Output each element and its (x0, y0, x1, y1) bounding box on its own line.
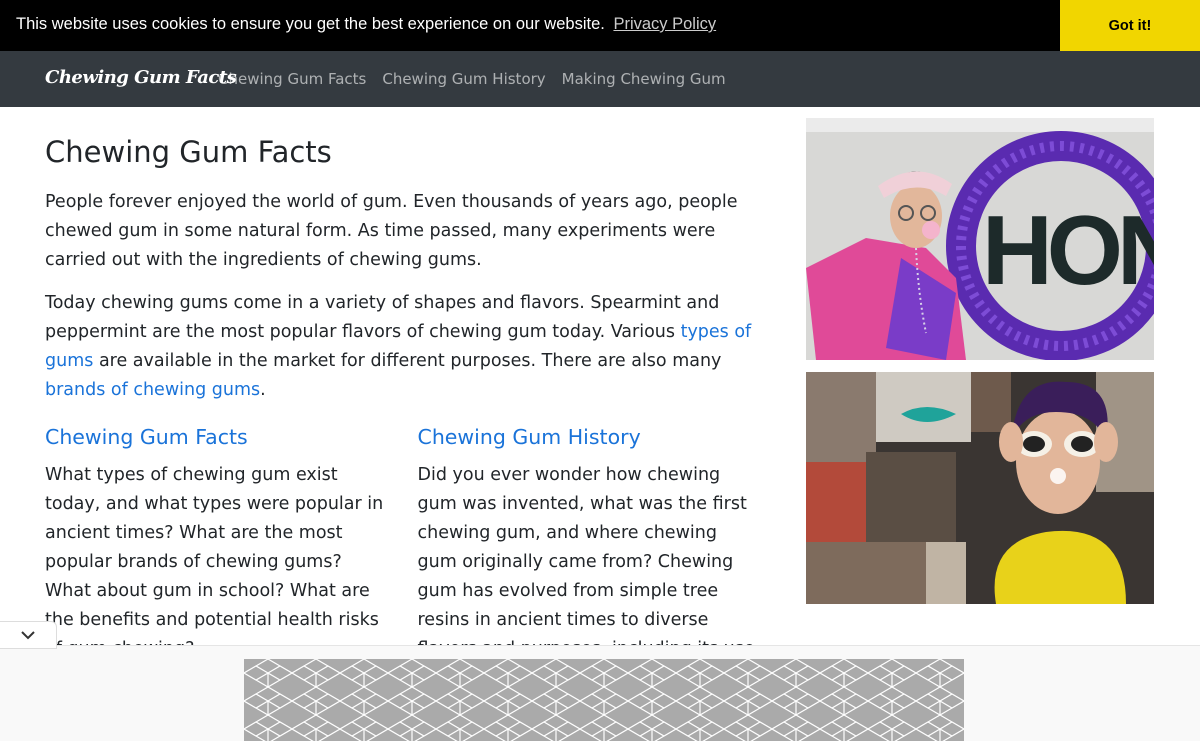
sunglasses-gum-illustration (806, 372, 1154, 604)
cookie-message: This website uses cookies to ensure you … (16, 15, 716, 34)
nav-links: Chewing Gum Facts Chewing Gum History Ma… (218, 70, 742, 88)
history-heading-link[interactable]: Chewing Gum History (418, 425, 641, 449)
ad-collapse-button[interactable] (0, 621, 57, 649)
cookie-text: This website uses cookies to ensure you … (16, 15, 605, 33)
facts-heading-link[interactable]: Chewing Gum Facts (45, 425, 248, 449)
ad-pattern (244, 659, 964, 741)
facts-text: What types of chewing gum exist today, a… (45, 465, 384, 659)
chevron-down-icon (21, 631, 35, 640)
history-heading: Chewing Gum History (418, 423, 761, 451)
flavors-text-3: . (260, 380, 266, 400)
facts-heading: Chewing Gum Facts (45, 423, 388, 451)
navbar: Chewing Gum Facts Chewing Gum Facts Chew… (0, 51, 1200, 107)
sunglasses-gum-photo (806, 372, 1154, 604)
brands-link[interactable]: brands of chewing gums (45, 380, 260, 400)
nav-link-facts[interactable]: Chewing Gum Facts (218, 70, 366, 88)
flavors-paragraph: Today chewing gums come in a variety of … (45, 289, 760, 405)
bubble-gum-clown-illustration: HON (806, 118, 1154, 360)
ad-area (0, 645, 1200, 741)
sign-text: HON (982, 195, 1154, 305)
ad-banner[interactable] (244, 659, 964, 741)
brand-logo[interactable]: Chewing Gum Facts (45, 67, 237, 88)
page-title: Chewing Gum Facts (45, 135, 332, 169)
main-content: Chewing Gum Facts People forever enjoyed… (45, 107, 760, 693)
flavors-text-1: Today chewing gums come in a variety of … (45, 293, 720, 342)
bubble-gum-clown-photo: HON (806, 118, 1154, 360)
cookie-accept-button[interactable]: Got it! (1060, 0, 1200, 51)
intro-paragraph: People forever enjoyed the world of gum.… (45, 192, 738, 270)
nav-link-making[interactable]: Making Chewing Gum (562, 70, 726, 88)
privacy-policy-link[interactable]: Privacy Policy (613, 15, 716, 33)
cookie-banner: This website uses cookies to ensure you … (0, 0, 1200, 51)
flavors-text-2: are available in the market for differen… (93, 351, 722, 371)
nav-link-history[interactable]: Chewing Gum History (382, 70, 545, 88)
